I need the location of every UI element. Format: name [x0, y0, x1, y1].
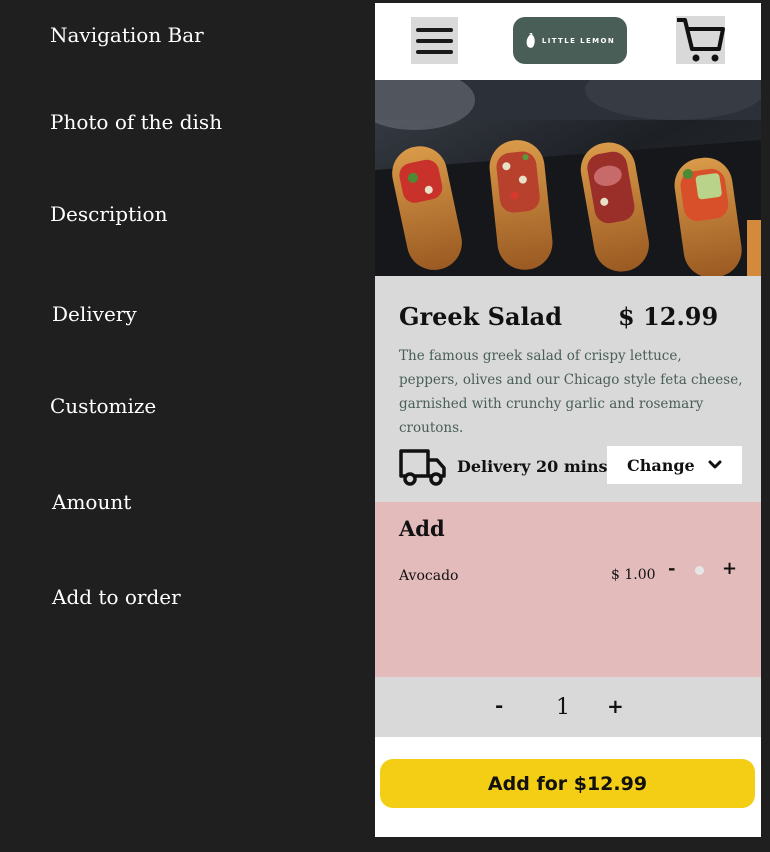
- customize-heading: Add: [399, 516, 445, 541]
- option-quantity-indicator: [695, 566, 704, 575]
- navigation-bar: LITTLE LEMON: [375, 3, 761, 80]
- dish-details: Greek Salad $ 12.99 The famous greek sal…: [375, 276, 761, 502]
- amount-section: - 1 +: [375, 677, 761, 737]
- option-increase-button[interactable]: +: [722, 558, 737, 579]
- menu-button[interactable]: [411, 17, 458, 64]
- annotation-description: Description: [50, 202, 168, 226]
- customize-section: Add Avocado $ 1.00 - +: [375, 502, 761, 677]
- annotation-navigation-bar: Navigation Bar: [50, 23, 204, 47]
- delivery-row: Delivery 20 mins Change: [399, 444, 747, 486]
- dish-price: $ 12.99: [618, 302, 719, 331]
- dish-description: The famous greek salad of crispy lettuce…: [399, 348, 743, 436]
- logo[interactable]: LITTLE LEMON: [513, 17, 627, 64]
- annotation-delivery: Delivery: [52, 302, 137, 326]
- hamburger-menu-icon-line: [416, 50, 453, 54]
- dish-title: Greek Salad: [399, 302, 562, 331]
- amount-decrease-button[interactable]: -: [495, 693, 503, 717]
- truck-icon: [399, 449, 446, 486]
- phone-screen: LITTLE LEMON Greek Salad $ 12.99 The fam…: [375, 3, 761, 837]
- annotation-customize: Customize: [50, 394, 157, 418]
- change-label: Change: [627, 456, 695, 475]
- delivery-time: Delivery 20 mins: [457, 457, 608, 476]
- hamburger-menu-icon-line: [416, 39, 453, 43]
- annotation-amount: Amount: [52, 490, 132, 514]
- amount-increase-button[interactable]: +: [607, 694, 624, 718]
- add-to-order-button[interactable]: Add for $12.99: [380, 759, 755, 808]
- change-delivery-dropdown[interactable]: Change: [607, 446, 742, 484]
- option-decrease-button[interactable]: -: [668, 558, 675, 579]
- lemon-icon: [526, 32, 535, 48]
- option-name: Avocado: [399, 568, 459, 584]
- chevron-down-icon: [708, 460, 722, 469]
- amount-value: 1: [556, 695, 570, 720]
- logo-text: LITTLE LEMON: [541, 36, 616, 45]
- hamburger-menu-icon: [416, 28, 453, 32]
- option-price: $ 1.00: [611, 567, 656, 583]
- dish-photo-image: [375, 80, 761, 276]
- dish-photo: [375, 80, 761, 276]
- cart-button[interactable]: [676, 16, 725, 64]
- shopping-cart-icon: [677, 18, 725, 62]
- annotation-add-to-order: Add to order: [52, 585, 181, 609]
- annotation-photo: Photo of the dish: [50, 110, 223, 134]
